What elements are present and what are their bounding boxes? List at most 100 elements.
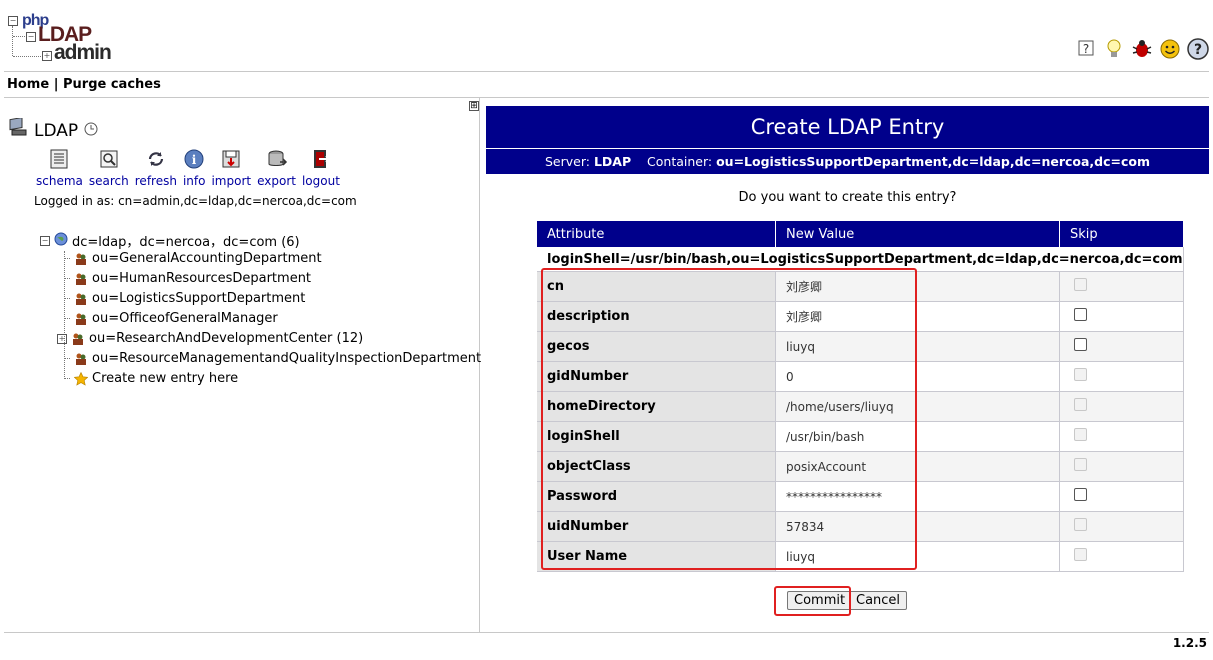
refresh-icon: [148, 152, 163, 166]
toolbar-info[interactable]: i info: [183, 148, 205, 188]
skip-checkbox: [1074, 548, 1087, 561]
bug-icon[interactable]: [1131, 38, 1153, 60]
panel-collapse-button[interactable]: ⊞: [469, 101, 479, 111]
create-new-entry[interactable]: Create new entry here: [64, 371, 238, 386]
tree-item-label[interactable]: ou=ResourceManagementandQualityInspectio…: [92, 351, 481, 366]
column-skip: Skip: [1059, 221, 1184, 247]
cancel-button[interactable]: Cancel: [849, 591, 908, 610]
skip-cell: [1059, 271, 1184, 302]
tree-item[interactable]: ou=LogisticsSupportDepartment: [64, 291, 305, 306]
skip-checkbox[interactable]: [1074, 338, 1087, 351]
server-name[interactable]: LDAP: [34, 121, 78, 141]
toolbar-import[interactable]: import: [211, 148, 251, 188]
toolbar-search[interactable]: search: [89, 148, 129, 188]
server-toolbar: schema search refresh i info import expo…: [36, 148, 346, 188]
phpldapadmin-logo: − − + php LDAP admin: [8, 12, 118, 64]
info-icon: i: [184, 149, 204, 169]
skip-cell: [1059, 451, 1184, 482]
confirm-question: Do you want to create this entry?: [738, 190, 957, 205]
skip-checkbox: [1074, 368, 1087, 381]
expand-icon[interactable]: +: [57, 333, 67, 344]
tree-item[interactable]: ou=ResourceManagementandQualityInspectio…: [64, 351, 481, 366]
skip-checkbox[interactable]: [1074, 308, 1087, 321]
skip-checkbox: [1074, 518, 1087, 531]
help-icon[interactable]: ?: [1075, 38, 1097, 60]
org-unit-icon: [76, 353, 86, 365]
lightbulb-icon[interactable]: [1103, 38, 1125, 60]
import-icon: [222, 150, 240, 168]
clock-icon[interactable]: [84, 121, 98, 141]
logged-in-as: Logged in as: cn=admin,dc=ldap,dc=nercoa…: [34, 194, 357, 208]
toolbar-label: logout: [301, 174, 340, 188]
svg-text:?: ?: [1083, 42, 1089, 56]
org-unit-icon: [76, 313, 86, 325]
skip-cell: [1059, 481, 1184, 512]
smiley-icon[interactable]: [1159, 38, 1181, 60]
tree-item-label[interactable]: ou=GeneralAccountingDepartment: [92, 251, 322, 266]
page-title: Create LDAP Entry: [750, 115, 945, 139]
server-label: Server:: [544, 154, 590, 169]
purge-caches-link[interactable]: Purge caches: [63, 77, 161, 92]
skip-checkbox: [1074, 398, 1087, 411]
org-unit-icon: [73, 333, 83, 345]
tree-item-label[interactable]: ou=LogisticsSupportDepartment: [92, 291, 305, 306]
tree-item-label[interactable]: ou=ResearchAndDevelopmentCenter (12): [89, 331, 363, 346]
tree-root-label[interactable]: dc=ldap，dc=nercoa，dc=com (6): [72, 231, 300, 250]
globe-icon: [54, 232, 68, 250]
export-icon: [268, 150, 287, 166]
svg-text:i: i: [192, 153, 197, 167]
skip-checkbox[interactable]: [1074, 488, 1087, 501]
server-title: LDAP: [8, 116, 98, 143]
logo-expand-box: +: [42, 51, 52, 61]
table-header: Attribute New Value Skip: [537, 221, 1184, 247]
toolbar-label: import: [211, 174, 252, 188]
skip-checkbox: [1074, 428, 1087, 441]
skip-cell: [1059, 511, 1184, 542]
create-new-entry-label[interactable]: Create new entry here: [92, 371, 238, 386]
tree-item[interactable]: ou=OfficeofGeneralManager: [64, 311, 278, 326]
tree-item-label[interactable]: ou=HumanResourcesDepartment: [92, 271, 311, 286]
logo-collapse-box: −: [8, 16, 18, 26]
tree-item[interactable]: ou=GeneralAccountingDepartment: [64, 251, 322, 266]
home-link[interactable]: Home: [7, 77, 49, 92]
create-entry-header: Create LDAP Entry Server: LDAP Container…: [486, 106, 1209, 174]
tree-item[interactable]: + ou=ResearchAndDevelopmentCenter (12): [57, 331, 363, 346]
org-unit-icon: [76, 293, 86, 305]
tree-root[interactable]: − dc=ldap，dc=nercoa，dc=com (6): [40, 231, 300, 250]
top-navbar: Home | Purge caches: [7, 77, 161, 92]
highlight-box-commit: [774, 586, 851, 616]
container-label: Container:: [647, 154, 713, 169]
svg-text:?: ?: [1194, 42, 1202, 58]
search-icon: [100, 150, 118, 168]
question-icon[interactable]: ?: [1187, 38, 1209, 60]
container-value: ou=LogisticsSupportDepartment,dc=ldap,dc…: [716, 154, 1151, 169]
version: 1.2.5: [1172, 636, 1207, 650]
star-icon: [74, 371, 88, 386]
toolbar-label: export: [257, 174, 296, 188]
skip-cell: [1059, 301, 1184, 332]
header-icons: ? ?: [1075, 38, 1209, 60]
skip-cell: [1059, 421, 1184, 452]
tree-item[interactable]: ou=HumanResourcesDepartment: [64, 271, 311, 286]
toolbar-logout[interactable]: logout: [302, 148, 340, 188]
column-attribute: Attribute: [537, 221, 776, 247]
server-container-info: Server: LDAP Container: ou=LogisticsSupp…: [486, 148, 1209, 169]
skip-cell: [1059, 331, 1184, 362]
org-unit-icon: [76, 253, 86, 265]
toolbar-refresh[interactable]: refresh: [135, 148, 177, 188]
highlight-box-values: [541, 268, 917, 570]
logout-icon: [313, 150, 331, 168]
org-unit-icon: [76, 273, 86, 285]
toolbar-schema[interactable]: schema: [36, 148, 83, 188]
logo-admin-text: admin: [54, 41, 112, 64]
skip-checkbox: [1074, 458, 1087, 471]
toolbar-label: search: [88, 174, 129, 188]
collapse-icon[interactable]: −: [40, 235, 50, 246]
server-value: LDAP: [593, 154, 632, 169]
nav-separator: |: [53, 77, 59, 92]
tree-item-label[interactable]: ou=OfficeofGeneralManager: [92, 311, 278, 326]
toolbar-label: refresh: [134, 174, 177, 188]
toolbar-export[interactable]: export: [257, 148, 296, 188]
skip-checkbox: [1074, 278, 1087, 291]
skip-cell: [1059, 541, 1184, 572]
